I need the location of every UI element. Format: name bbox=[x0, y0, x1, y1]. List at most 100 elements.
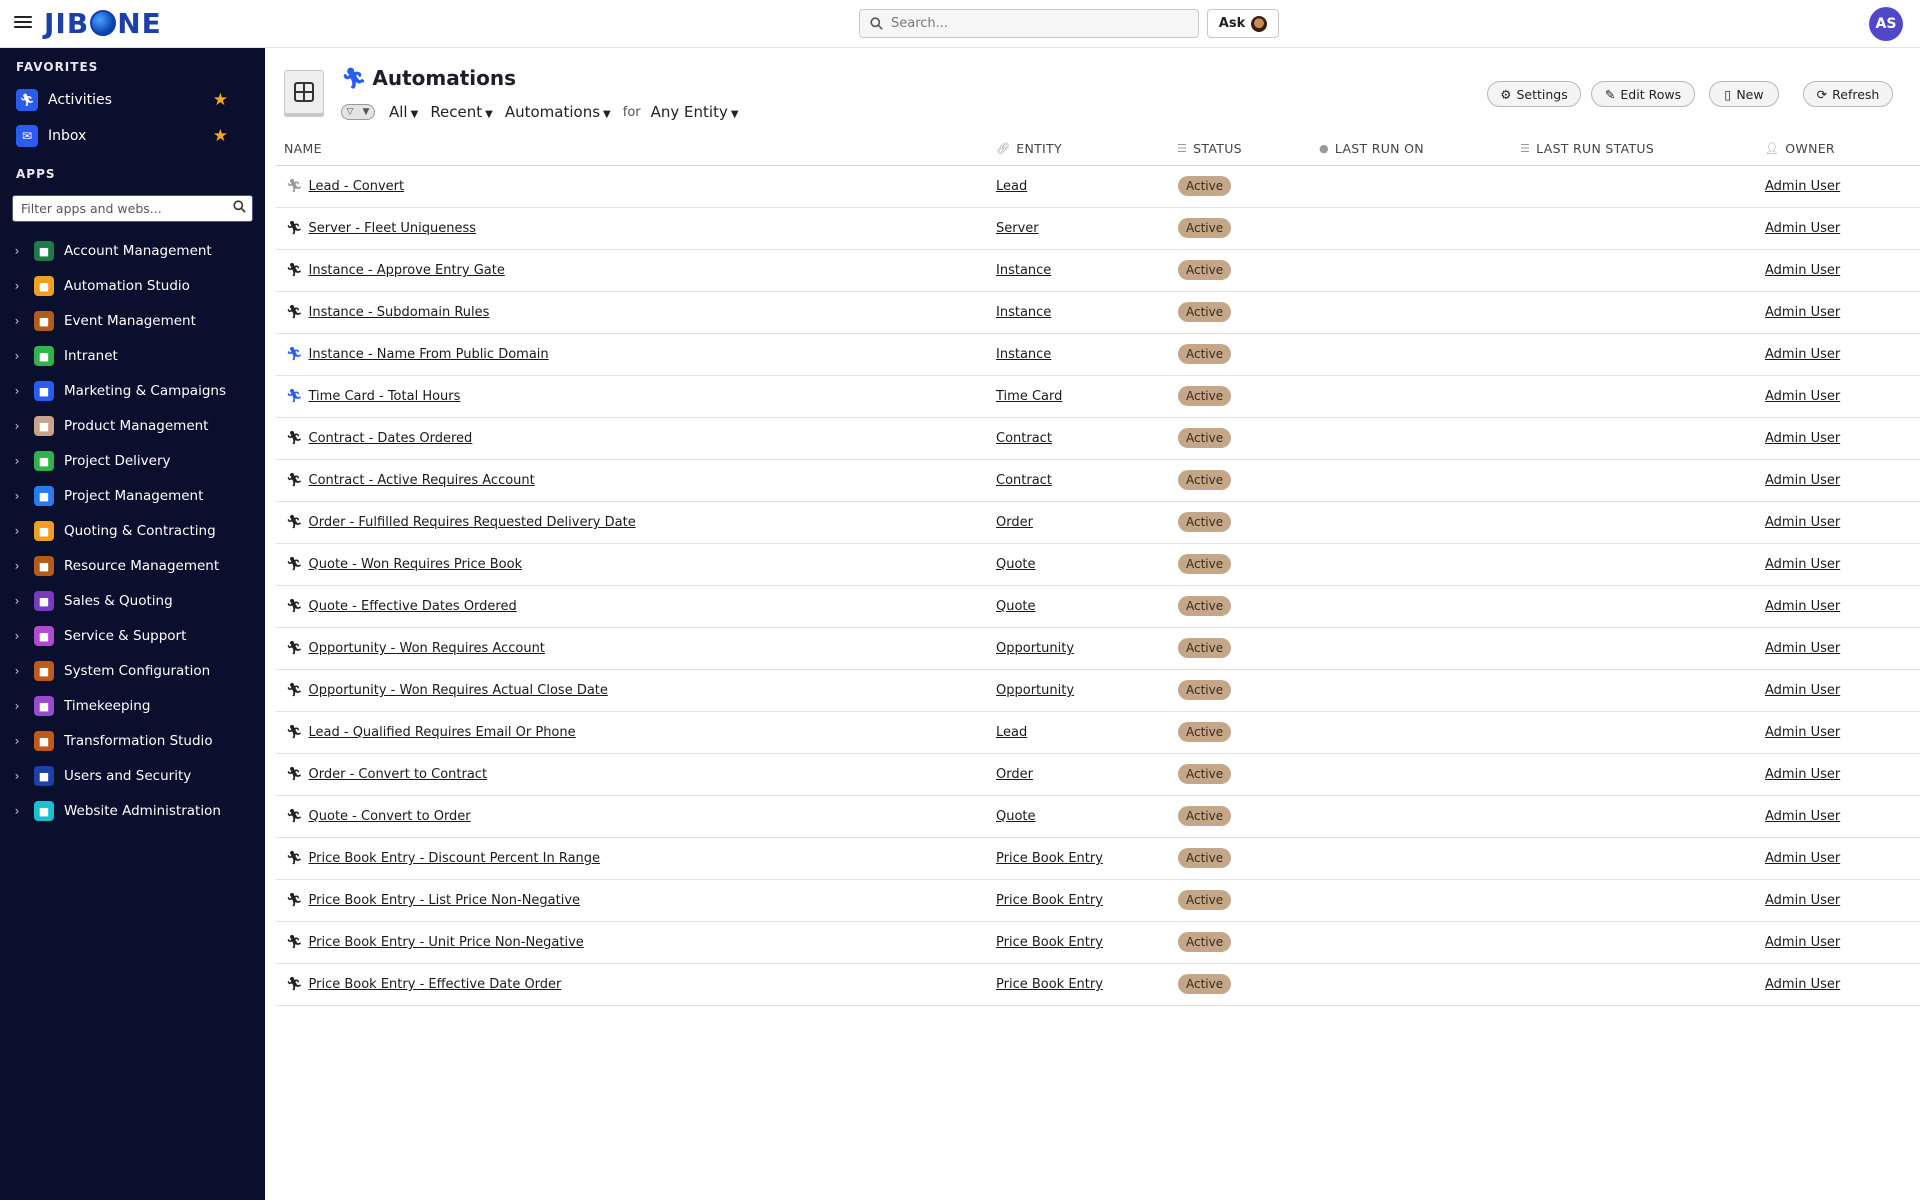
entity-link[interactable]: Opportunity bbox=[996, 641, 1074, 656]
chevron-right-icon[interactable]: › bbox=[0, 419, 34, 433]
owner-link[interactable]: Admin User bbox=[1765, 431, 1840, 446]
owner-link[interactable]: Admin User bbox=[1765, 977, 1840, 992]
chevron-right-icon[interactable]: › bbox=[0, 279, 34, 293]
chevron-right-icon[interactable]: › bbox=[0, 804, 34, 818]
sidebar-item-account-management[interactable]: › ■ Account Management bbox=[0, 236, 265, 266]
filter-apps-field[interactable] bbox=[12, 195, 253, 222]
star-icon[interactable]: ★ bbox=[213, 126, 228, 146]
automation-name-link[interactable]: Lead - Convert bbox=[309, 179, 405, 194]
owner-link[interactable]: Admin User bbox=[1765, 515, 1840, 530]
entity-link[interactable]: Contract bbox=[996, 473, 1052, 488]
owner-link[interactable]: Admin User bbox=[1765, 683, 1840, 698]
entity-link[interactable]: Lead bbox=[996, 179, 1027, 194]
entity-link[interactable]: Instance bbox=[996, 263, 1051, 278]
entity-link[interactable]: Price Book Entry bbox=[996, 851, 1103, 866]
automation-name-link[interactable]: Instance - Name From Public Domain bbox=[309, 347, 549, 362]
chevron-right-icon[interactable]: › bbox=[0, 314, 34, 328]
sidebar-item-project-management[interactable]: › ■ Project Management bbox=[0, 481, 265, 511]
table-row[interactable]: 🏃︎ Price Book Entry - List Price Non-Nega… bbox=[276, 880, 1920, 922]
chevron-right-icon[interactable]: › bbox=[0, 594, 34, 608]
sidebar-item-intranet[interactable]: › ■ Intranet bbox=[0, 341, 265, 371]
chevron-right-icon[interactable]: › bbox=[0, 559, 34, 573]
sidebar-item-transformation-studio[interactable]: › ■ Transformation Studio bbox=[0, 726, 265, 756]
chevron-right-icon[interactable]: › bbox=[0, 384, 34, 398]
owner-link[interactable]: Admin User bbox=[1765, 893, 1840, 908]
chevron-right-icon[interactable]: › bbox=[0, 454, 34, 468]
entity-link[interactable]: Order bbox=[996, 767, 1033, 782]
table-row[interactable]: 🏃︎ Order - Convert to Contract Order Active… bbox=[276, 754, 1920, 796]
automation-name-link[interactable]: Instance - Subdomain Rules bbox=[309, 305, 490, 320]
sidebar-item-website-administration[interactable]: › ■ Website Administration bbox=[0, 796, 265, 826]
chevron-right-icon[interactable]: › bbox=[0, 629, 34, 643]
owner-link[interactable]: Admin User bbox=[1765, 557, 1840, 572]
owner-link[interactable]: Admin User bbox=[1765, 263, 1840, 278]
entity-link[interactable]: Order bbox=[996, 515, 1033, 530]
hamburger-menu-icon[interactable] bbox=[14, 13, 32, 31]
table-row[interactable]: 🏃︎ Time Card - Total Hours Time Card Active… bbox=[276, 376, 1920, 418]
table-row[interactable]: 🏃︎ Quote - Won Requires Price Book Quote Ac… bbox=[276, 544, 1920, 586]
entity-link[interactable]: Quote bbox=[996, 809, 1036, 824]
automation-name-link[interactable]: Instance - Approve Entry Gate bbox=[309, 263, 505, 278]
table-row[interactable]: 🏃︎ Price Book Entry - Unit Price Non-Nega… bbox=[276, 922, 1920, 964]
table-row[interactable]: 🏃︎ Instance - Name From Public Domain Inst… bbox=[276, 334, 1920, 376]
automation-name-link[interactable]: Opportunity - Won Requires Account bbox=[309, 641, 545, 656]
sidebar-item-sales-and-quoting[interactable]: › ■ Sales & Quoting bbox=[0, 586, 265, 616]
ask-button[interactable]: Ask bbox=[1207, 9, 1279, 38]
sidebar-item-service-and-support[interactable]: › ■ Service & Support bbox=[0, 621, 265, 651]
table-row[interactable]: 🏃︎ Price Book Entry - Effective Date Orde… bbox=[276, 964, 1920, 1006]
table-row[interactable]: 🏃︎ Server - Fleet Uniqueness Server Active A… bbox=[276, 208, 1920, 250]
chevron-right-icon[interactable]: › bbox=[0, 349, 34, 363]
chevron-right-icon[interactable]: › bbox=[0, 244, 34, 258]
chevron-right-icon[interactable]: › bbox=[0, 664, 34, 678]
automation-name-link[interactable]: Contract - Active Requires Account bbox=[309, 473, 535, 488]
column-header-last-run-on[interactable]: ● LAST RUN ON bbox=[1319, 141, 1424, 156]
new-button[interactable]: ▯ New bbox=[1709, 81, 1779, 107]
automation-name-link[interactable]: Price Book Entry - Discount Percent In R… bbox=[309, 851, 601, 866]
entity-link[interactable]: Quote bbox=[996, 599, 1036, 614]
sidebar-item-users-and-security[interactable]: › ■ Users and Security bbox=[0, 761, 265, 791]
table-row[interactable]: 🏃︎ Contract - Dates Ordered Contract Active… bbox=[276, 418, 1920, 460]
sidebar-item-product-management[interactable]: › ■ Product Management bbox=[0, 411, 265, 441]
owner-link[interactable]: Admin User bbox=[1765, 389, 1840, 404]
table-row[interactable]: 🏃︎ Opportunity - Won Requires Account Oppo… bbox=[276, 628, 1920, 670]
table-row[interactable]: 🏃︎ Lead - Convert Lead Active Admin User bbox=[276, 166, 1920, 208]
table-row[interactable]: 🏃︎ Opportunity - Won Requires Actual Clos… bbox=[276, 670, 1920, 712]
table-row[interactable]: 🏃︎ Contract - Active Requires Account Cont… bbox=[276, 460, 1920, 502]
entity-link[interactable]: Quote bbox=[996, 557, 1036, 572]
column-header-status[interactable]: ☰ STATUS bbox=[1177, 141, 1242, 156]
entity-link[interactable]: Opportunity bbox=[996, 683, 1074, 698]
owner-link[interactable]: Admin User bbox=[1765, 641, 1840, 656]
entity-link[interactable]: Price Book Entry bbox=[996, 977, 1103, 992]
owner-link[interactable]: Admin User bbox=[1765, 725, 1840, 740]
app-logo[interactable]: JIB NE bbox=[44, 8, 162, 40]
table-row[interactable]: 🏃︎ Price Book Entry - Discount Percent In… bbox=[276, 838, 1920, 880]
column-header-last-run-status[interactable]: ☰ LAST RUN STATUS bbox=[1520, 141, 1654, 156]
owner-link[interactable]: Admin User bbox=[1765, 809, 1840, 824]
owner-link[interactable]: Admin User bbox=[1765, 221, 1840, 236]
edit-rows-button[interactable]: ✎ Edit Rows bbox=[1591, 81, 1695, 107]
view-switcher[interactable] bbox=[284, 70, 324, 114]
table-row[interactable]: 🏃︎ Quote - Effective Dates Ordered Quote Ac… bbox=[276, 586, 1920, 628]
sidebar-item-quoting-and-contracting[interactable]: › ■ Quoting & Contracting bbox=[0, 516, 265, 546]
entity-link[interactable]: Contract bbox=[996, 431, 1052, 446]
refresh-button[interactable]: ⟳ Refresh bbox=[1803, 81, 1893, 107]
favorite-item-inbox[interactable]: ✉ Inbox ★ bbox=[16, 120, 246, 152]
owner-link[interactable]: Admin User bbox=[1765, 851, 1840, 866]
automation-name-link[interactable]: Lead - Qualified Requires Email Or Phone bbox=[309, 725, 576, 740]
automation-name-link[interactable]: Price Book Entry - Effective Date Order bbox=[309, 977, 562, 992]
chevron-right-icon[interactable]: › bbox=[0, 524, 34, 538]
table-row[interactable]: 🏃︎ Instance - Subdomain Rules Instance Acti… bbox=[276, 292, 1920, 334]
owner-link[interactable]: Admin User bbox=[1765, 935, 1840, 950]
search-input[interactable] bbox=[891, 16, 1181, 31]
column-header-name[interactable]: NAME bbox=[284, 141, 322, 156]
chevron-right-icon[interactable]: › bbox=[0, 769, 34, 783]
table-row[interactable]: 🏃︎ Lead - Qualified Requires Email Or Pho… bbox=[276, 712, 1920, 754]
automation-name-link[interactable]: Server - Fleet Uniqueness bbox=[309, 221, 477, 236]
star-icon[interactable]: ★ bbox=[213, 90, 228, 110]
table-row[interactable]: 🏃︎ Order - Fulfilled Requires Requested D… bbox=[276, 502, 1920, 544]
owner-link[interactable]: Admin User bbox=[1765, 767, 1840, 782]
filter-toggle[interactable]: ▽ ▼ bbox=[341, 104, 375, 120]
automation-name-link[interactable]: Contract - Dates Ordered bbox=[309, 431, 473, 446]
owner-link[interactable]: Admin User bbox=[1765, 347, 1840, 362]
sidebar-item-automation-studio[interactable]: › ■ Automation Studio bbox=[0, 271, 265, 301]
